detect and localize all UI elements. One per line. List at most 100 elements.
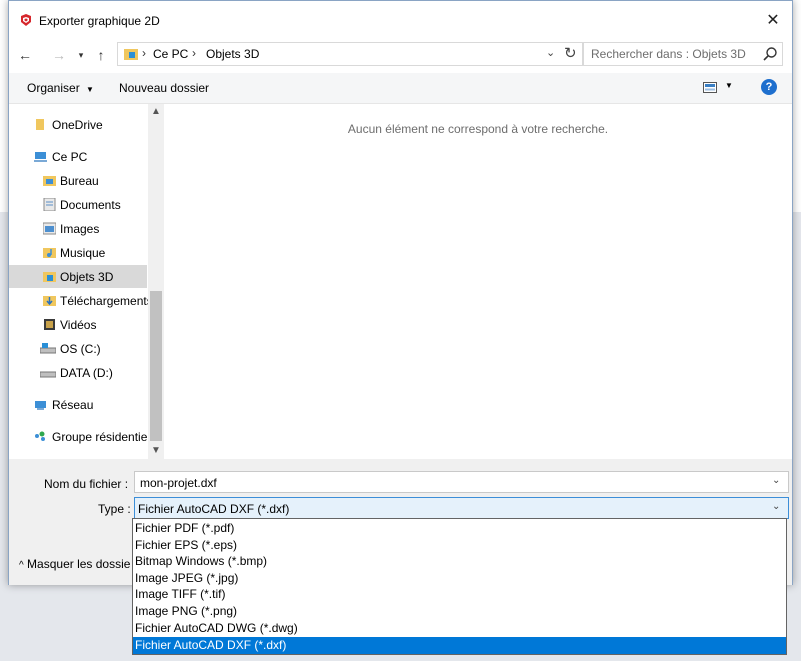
nav-item-os-c[interactable]: OS (C:)	[9, 337, 147, 360]
nav-label: Musique	[60, 246, 106, 260]
search-input[interactable]	[584, 43, 763, 65]
file-type-label: Type :	[98, 502, 131, 516]
help-button[interactable]: ?	[761, 79, 777, 95]
nav-item-objets-3d[interactable]: Objets 3D	[9, 265, 147, 288]
downloads-folder-icon	[43, 296, 56, 306]
address-dropdown-icon[interactable]: ⌄	[546, 46, 555, 59]
nav-label: DATA (D:)	[60, 366, 113, 380]
option-label: Image JPEG (*.jpg)	[135, 571, 239, 585]
arrow-right-icon: →	[52, 47, 66, 63]
nav-item-videos[interactable]: Vidéos	[9, 313, 147, 336]
nav-item-groupe-residentiel[interactable]: Groupe résidentiel	[9, 425, 151, 448]
export-dialog: Exporter graphique 2D ✕ ← → ▾ ↑ › Ce PC …	[8, 0, 793, 585]
desktop-folder-icon	[43, 176, 56, 186]
navigation-row: ← → ▾ ↑ › Ce PC › Objets 3D ⌄ ↻	[9, 39, 792, 71]
file-type-option[interactable]: Image PNG (*.png)	[133, 603, 786, 620]
file-type-option[interactable]: Image TIFF (*.tif)	[133, 586, 786, 603]
nav-item-data-d[interactable]: DATA (D:)	[9, 361, 147, 384]
file-type-dropdown-list: Fichier PDF (*.pdf) Fichier EPS (*.eps) …	[132, 518, 787, 655]
drive-icon	[40, 371, 56, 378]
organize-button[interactable]: Organiser ▼	[27, 81, 94, 95]
up-button[interactable]: ↑	[91, 45, 111, 65]
3d-objects-folder-icon	[124, 49, 138, 60]
nav-item-musique[interactable]: Musique	[9, 241, 147, 264]
title-bar: Exporter graphique 2D ✕	[9, 1, 792, 39]
nav-label: Documents	[60, 198, 121, 212]
breadcrumb-ce-pc[interactable]: Ce PC	[153, 47, 188, 61]
chevron-down-icon[interactable]: ⌄	[772, 501, 780, 512]
nav-label: Réseau	[52, 398, 94, 412]
scroll-up-icon[interactable]: ▲	[148, 104, 164, 120]
nav-item-onedrive[interactable]: OneDrive	[9, 113, 147, 136]
arrow-up-icon: ↑	[97, 47, 105, 63]
option-label: Fichier PDF (*.pdf)	[135, 521, 235, 535]
hide-folders-label: Masquer les dossie	[27, 557, 131, 571]
option-label: Image TIFF (*.tif)	[135, 587, 226, 601]
file-type-option[interactable]: Bitmap Windows (*.bmp)	[133, 553, 786, 570]
scrollbar-thumb[interactable]	[150, 291, 162, 441]
scroll-down-icon[interactable]: ▼	[148, 443, 164, 459]
chevron-down-icon: ▾	[78, 50, 84, 60]
file-type-option[interactable]: Image JPEG (*.jpg)	[133, 570, 786, 587]
nav-item-documents[interactable]: Documents	[9, 193, 147, 216]
pictures-folder-icon	[43, 222, 56, 235]
empty-message: Aucun élément ne correspond à votre rech…	[347, 122, 609, 136]
file-list-pane[interactable]: Aucun élément ne correspond à votre rech…	[164, 104, 792, 459]
nav-item-ce-pc[interactable]: Ce PC	[9, 145, 147, 168]
new-folder-button[interactable]: Nouveau dossier	[119, 81, 209, 95]
option-label: Fichier AutoCAD DWG (*.dwg)	[135, 621, 298, 635]
navigation-scrollbar[interactable]: ▲ ▼	[148, 104, 164, 459]
file-type-select[interactable]: Fichier AutoCAD DXF (*.dxf) ⌄	[134, 497, 789, 519]
file-type-option-selected[interactable]: Fichier AutoCAD DXF (*.dxf)	[133, 637, 786, 654]
help-icon: ?	[765, 81, 773, 93]
filename-value: mon-projet.dxf	[140, 476, 217, 490]
drive-icon	[40, 343, 56, 354]
hide-folders-button[interactable]: ^ Masquer les dossie	[19, 557, 130, 571]
file-type-option[interactable]: Fichier EPS (*.eps)	[133, 537, 786, 554]
nav-item-reseau[interactable]: Réseau	[9, 393, 147, 416]
nav-label: Ce PC	[52, 150, 88, 164]
toolbar: Organiser ▼ Nouveau dossier ▼ ?	[9, 73, 792, 104]
search-icon[interactable]	[762, 46, 778, 62]
forward-button[interactable]: →	[49, 45, 69, 65]
3d-objects-folder-icon	[43, 272, 56, 282]
nav-label: Bureau	[60, 174, 99, 188]
homegroup-icon	[35, 431, 45, 441]
navigation-pane: OneDrive Ce PC Bureau Documents Images M…	[9, 104, 164, 459]
option-label: Bitmap Windows (*.bmp)	[135, 554, 268, 568]
nav-item-images[interactable]: Images	[9, 217, 147, 240]
computer-icon	[34, 152, 47, 162]
close-icon: ✕	[766, 12, 780, 29]
file-type-option[interactable]: Fichier PDF (*.pdf)	[133, 520, 786, 537]
view-options-button[interactable]: ▼	[703, 81, 733, 95]
arrow-left-icon: ←	[18, 47, 32, 63]
dropdown-arrow-icon: ▼	[86, 85, 94, 94]
breadcrumb-separator-icon: ›	[142, 46, 146, 60]
nav-item-bureau[interactable]: Bureau	[9, 169, 147, 192]
nav-label: Groupe résidentiel	[52, 430, 151, 444]
network-icon	[35, 401, 46, 410]
recent-locations-button[interactable]: ▾	[71, 45, 91, 65]
nav-label: Téléchargements	[60, 294, 153, 308]
back-button[interactable]: ←	[15, 45, 35, 65]
nav-label: Images	[60, 222, 100, 236]
app-logo-icon	[21, 14, 31, 26]
filename-field[interactable]: mon-projet.dxf ⌄	[134, 471, 789, 493]
window-title: Exporter graphique 2D	[39, 14, 160, 28]
file-type-option[interactable]: Fichier AutoCAD DWG (*.dwg)	[133, 620, 786, 637]
close-button[interactable]: ✕	[759, 7, 787, 35]
breadcrumb-separator-icon: ›	[192, 46, 196, 60]
breadcrumb-objets-3d[interactable]: Objets 3D	[206, 47, 259, 61]
refresh-icon[interactable]: ↻	[564, 44, 577, 62]
filename-label: Nom du fichier :	[44, 477, 129, 491]
organize-label: Organiser	[27, 81, 80, 95]
address-bar[interactable]: › Ce PC › Objets 3D ⌄ ↻	[117, 42, 583, 66]
nav-label: OS (C:)	[60, 342, 101, 356]
nav-label: Objets 3D	[60, 270, 114, 284]
file-type-value: Fichier AutoCAD DXF (*.dxf)	[138, 502, 290, 516]
option-label: Fichier AutoCAD DXF (*.dxf)	[135, 638, 287, 652]
videos-folder-icon	[44, 319, 55, 330]
documents-folder-icon	[43, 198, 56, 211]
chevron-down-icon[interactable]: ⌄	[772, 475, 780, 486]
nav-item-telechargements[interactable]: Téléchargements	[9, 289, 153, 312]
